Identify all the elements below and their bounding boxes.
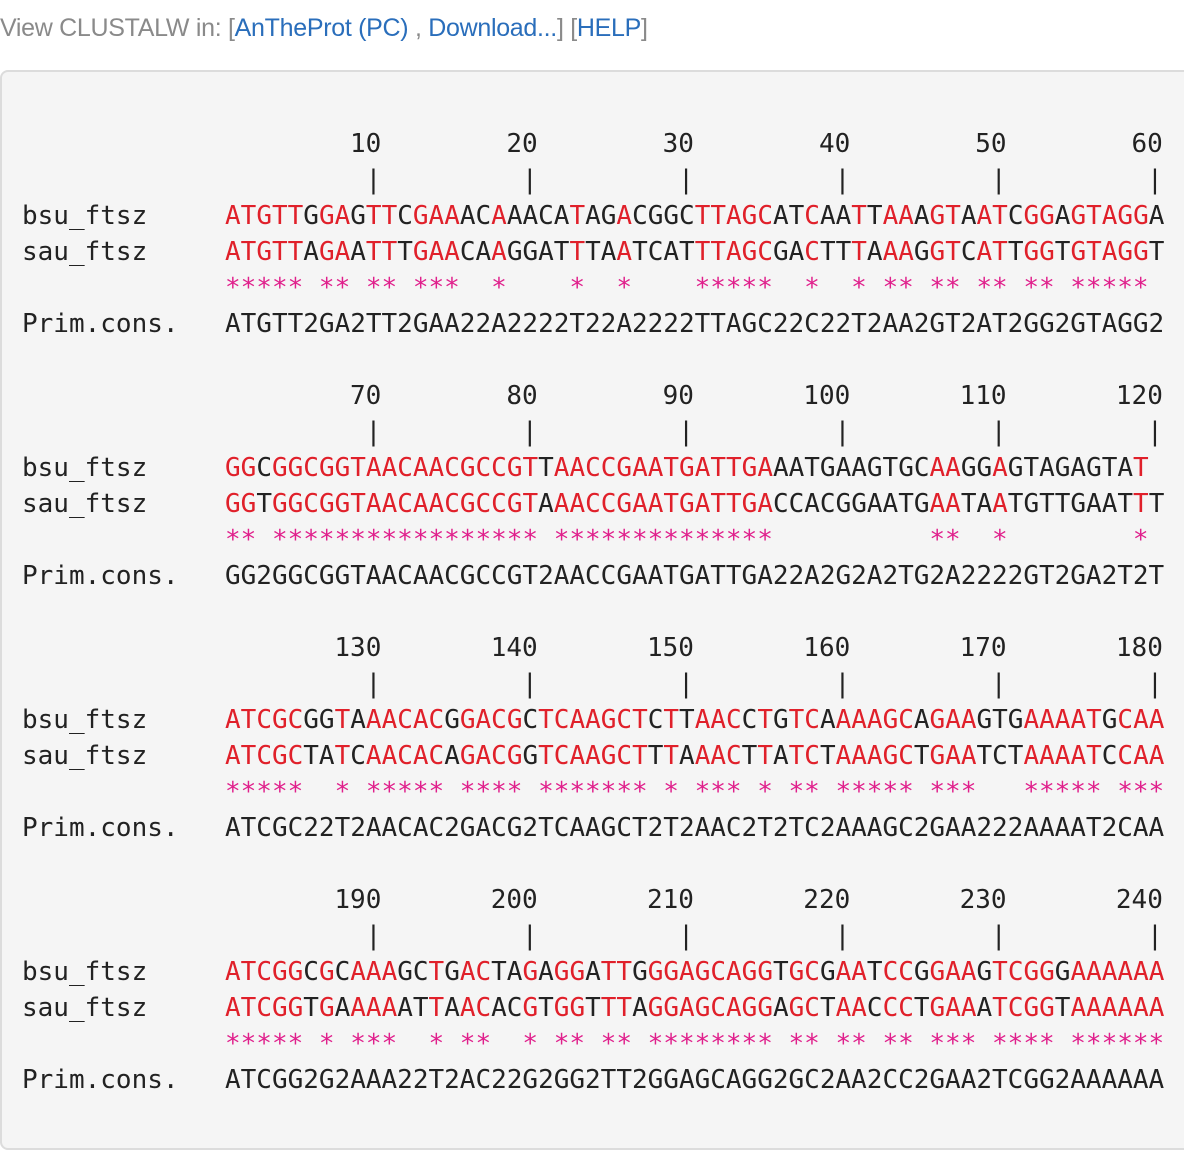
position-number: 240 <box>1115 885 1163 915</box>
consensus-sequence: ATCGC22T2AACAC2GACG2TCAAGCT2T2AAC2T2TC2A… <box>225 813 1165 843</box>
position-tick: | <box>834 669 851 699</box>
position-tick: | <box>678 165 694 195</box>
position-tick: | <box>834 165 851 195</box>
position-tick: | <box>1147 669 1163 699</box>
sau-ftsz-sequence: ATCGCTATCAACACAGACGGTCAAGCTTTAAACTTATCTA… <box>225 741 1165 771</box>
bsu-ftsz-name: bsu_ftsz <box>22 453 148 483</box>
position-tick: | <box>678 669 694 699</box>
bsu-ftsz-sequence: GGCGGCGGTAACAACGCCGTTAACCGAATGATTGAAATGA… <box>225 453 1149 483</box>
sau-ftsz-name: sau_ftsz <box>22 237 148 267</box>
view-label: View CLUSTALW in: [ <box>0 14 235 42</box>
closing-bracket: ] <box>641 14 648 42</box>
sau-ftsz-name: sau_ftsz <box>22 993 148 1023</box>
consensus-sequence: ATCGG2G2AAA22T2AC22G2GG2TT2GGAGCAGG2GC2A… <box>225 1065 1165 1095</box>
sau-ftsz-name: sau_ftsz <box>22 489 148 519</box>
position-tick: | <box>678 417 694 447</box>
position-tick: | <box>678 921 694 951</box>
position-number: 100 <box>803 381 851 411</box>
bsu-ftsz-name: bsu_ftsz <box>22 957 148 987</box>
position-tick: | <box>1147 417 1163 447</box>
help-link[interactable]: HELP <box>577 14 641 42</box>
sau-ftsz-sequence: GGTGGCGGTAACAACGCCGTAAACCGAATGATTGACCACG… <box>225 489 1165 519</box>
position-number: 220 <box>803 885 851 915</box>
sau-ftsz-sequence: ATCGGTGAAAAATTAACACGTGGTTTAGGAGCAGGAGCTA… <box>225 993 1165 1023</box>
position-tick: | <box>990 921 1007 951</box>
consensus-name: Prim.cons. <box>22 813 179 843</box>
position-tick: | <box>365 921 382 951</box>
position-tick: | <box>990 417 1007 447</box>
position-tick: | <box>521 921 538 951</box>
position-tick: | <box>990 165 1007 195</box>
conservation-stars: ** ***************** ************** ** *… <box>225 525 1149 555</box>
position-number: 160 <box>803 633 851 663</box>
position-number: 70 <box>350 381 382 411</box>
link-separator: , <box>408 14 429 42</box>
download-link[interactable]: Download... <box>428 14 557 42</box>
consensus-name: Prim.cons. <box>22 1065 179 1095</box>
conservation-stars: ***** * ***** **** ******* * *** * ** **… <box>225 777 1165 807</box>
view-clustalw-bar: View CLUSTALW in: [AnTheProt (PC) , Down… <box>0 14 648 43</box>
position-number: 60 <box>1131 129 1163 159</box>
position-tick: | <box>834 417 851 447</box>
bsu-ftsz-name: bsu_ftsz <box>22 201 148 231</box>
position-tick: | <box>834 921 851 951</box>
conservation-stars: ***** * *** * ** * ** ** ******** ** ** … <box>225 1029 1165 1059</box>
bsu-ftsz-sequence: ATCGGCGCAAAGCTGACTAGAGGATTGGGAGCAGGTGCGA… <box>225 957 1165 987</box>
position-number: 150 <box>647 633 694 663</box>
consensus-sequence: GG2GGCGGTAACAACGCCGT2AACCGAATGATTGA22A2G… <box>225 561 1165 591</box>
position-tick: | <box>1147 165 1163 195</box>
position-tick: | <box>521 417 538 447</box>
position-number: 40 <box>818 129 851 159</box>
position-tick: | <box>521 165 538 195</box>
position-number: 90 <box>662 381 694 411</box>
sau-ftsz-sequence: ATGTTAGAATTTGAACAAGGATTTAATCATTTAGCGACTT… <box>225 237 1165 267</box>
sau-ftsz-name: sau_ftsz <box>22 741 148 771</box>
antheprot-link[interactable]: AnTheProt (PC) <box>235 14 409 42</box>
position-number: 120 <box>1115 381 1163 411</box>
conservation-stars: ***** ** ** *** * * * ***** * * ** ** **… <box>225 273 1149 303</box>
position-number: 80 <box>506 381 538 411</box>
bsu-ftsz-name: bsu_ftsz <box>22 705 148 735</box>
position-number: 190 <box>334 885 382 915</box>
position-tick: | <box>990 669 1007 699</box>
position-number: 10 <box>350 129 382 159</box>
bsu-ftsz-sequence: ATGTTGGAGTTCGAAACAAACATAGACGGCTTAGCATCAA… <box>225 201 1165 231</box>
position-number: 50 <box>975 129 1007 159</box>
position-number: 180 <box>1115 633 1163 663</box>
position-number: 170 <box>959 633 1007 663</box>
position-number: 30 <box>662 129 694 159</box>
position-tick: | <box>365 165 382 195</box>
position-tick: | <box>1147 921 1163 951</box>
position-number: 210 <box>647 885 694 915</box>
position-number: 20 <box>506 129 538 159</box>
position-tick: | <box>365 417 382 447</box>
consensus-sequence: ATGTT2GA2TT2GAA22A2222T22A2222TTAGC22C22… <box>225 309 1165 339</box>
consensus-name: Prim.cons. <box>22 309 179 339</box>
position-number: 130 <box>334 633 382 663</box>
position-number: 230 <box>959 885 1007 915</box>
position-tick: | <box>521 669 538 699</box>
bracket-separator: ] [ <box>556 14 577 42</box>
position-tick: | <box>365 669 382 699</box>
position-number: 140 <box>490 633 538 663</box>
consensus-name: Prim.cons. <box>22 561 179 591</box>
position-number: 200 <box>490 885 538 915</box>
bsu-ftsz-sequence: ATCGCGGTAAACACGGACGCTCAAGCTCTTAACCTGTCAA… <box>225 705 1165 735</box>
position-number: 110 <box>959 381 1007 411</box>
